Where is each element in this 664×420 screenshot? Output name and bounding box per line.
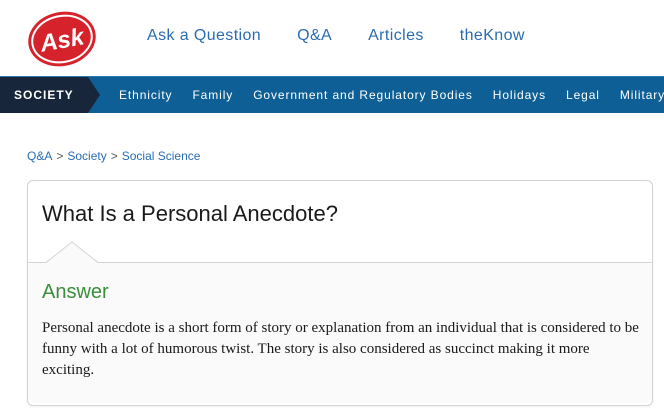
answer-heading: Answer xyxy=(42,281,109,303)
question-card: What Is a Personal Anecdote? Answer Pers… xyxy=(27,180,653,406)
category-ethnicity[interactable]: Ethnicity xyxy=(119,77,172,113)
answer-text: Personal anecdote is a short form of sto… xyxy=(42,320,639,378)
nav-ask-a-question[interactable]: Ask a Question xyxy=(147,27,261,45)
top-header: Ask Ask a Question Q&A Articles theKnow xyxy=(0,0,664,76)
category-items: Ethnicity Family Government and Regulato… xyxy=(119,77,664,113)
category-family[interactable]: Family xyxy=(192,77,233,113)
breadcrumb-social-science[interactable]: Social Science xyxy=(122,149,201,163)
category-government[interactable]: Government and Regulatory Bodies xyxy=(253,77,473,113)
category-bar: SOCIETY Ethnicity Family Government and … xyxy=(0,76,664,113)
nav-articles[interactable]: Articles xyxy=(368,27,424,45)
question-title: What Is a Personal Anecdote? xyxy=(42,201,338,226)
category-arrow xyxy=(88,77,100,113)
ask-logo[interactable]: Ask xyxy=(26,10,98,68)
top-nav: Ask a Question Q&A Articles theKnow xyxy=(147,27,561,45)
divider-notch xyxy=(46,241,98,263)
breadcrumb-society[interactable]: Society xyxy=(67,149,106,163)
breadcrumb: Q&A > Society > Social Science xyxy=(27,149,200,163)
card-divider xyxy=(28,262,652,263)
category-current-society[interactable]: SOCIETY xyxy=(0,77,88,113)
breadcrumb-qa[interactable]: Q&A xyxy=(27,149,52,163)
nav-qa[interactable]: Q&A xyxy=(297,27,332,45)
nav-theknow[interactable]: theKnow xyxy=(460,27,525,45)
breadcrumb-separator: > xyxy=(110,149,118,163)
category-military[interactable]: Military xyxy=(620,77,664,113)
category-legal[interactable]: Legal xyxy=(566,77,600,113)
breadcrumb-separator: > xyxy=(56,149,64,163)
category-holidays[interactable]: Holidays xyxy=(493,77,546,113)
